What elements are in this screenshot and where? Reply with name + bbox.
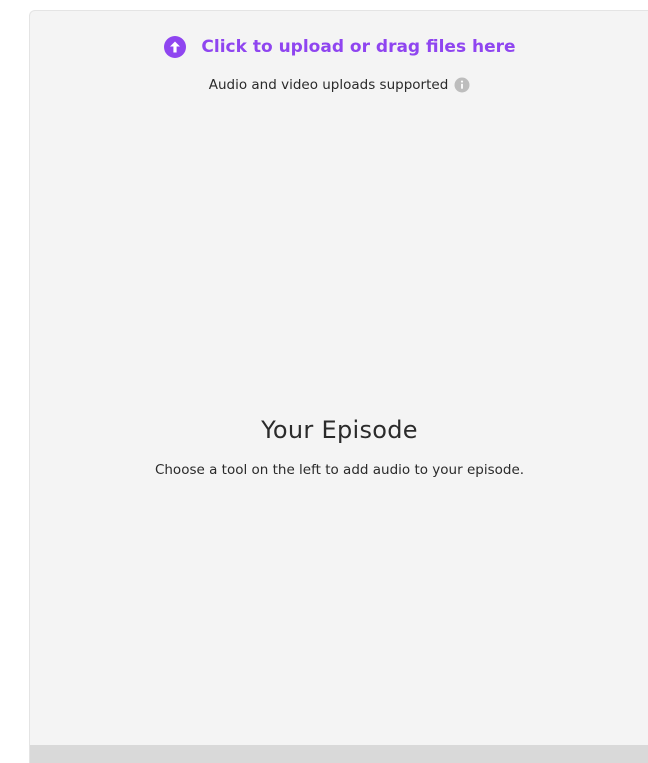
episode-panel: Click to upload or drag files here Audio… — [29, 10, 648, 763]
info-icon[interactable] — [454, 77, 470, 93]
footer-bar — [30, 745, 648, 763]
upload-arrow-icon[interactable] — [163, 35, 187, 59]
episode-title: Your Episode — [261, 416, 418, 444]
upload-label[interactable]: Click to upload or drag files here — [201, 37, 515, 57]
upload-dropzone[interactable]: Click to upload or drag files here Audio… — [30, 35, 648, 93]
episode-empty-state: Your Episode Choose a tool on the left t… — [30, 416, 648, 478]
upload-button[interactable]: Click to upload or drag files here — [163, 35, 516, 59]
supported-formats-text: Audio and video uploads supported — [208, 77, 449, 93]
supported-formats-row: Audio and video uploads supported — [209, 77, 471, 93]
episode-hint: Choose a tool on the left to add audio t… — [154, 462, 525, 478]
